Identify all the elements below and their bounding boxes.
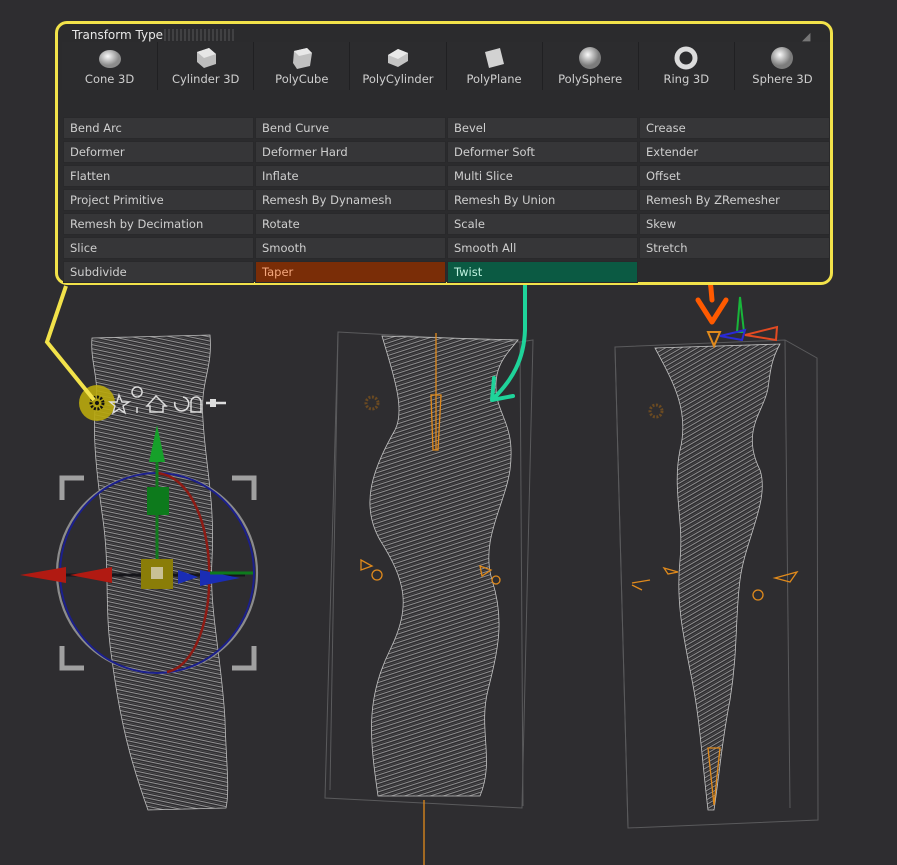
- deformer-button-remesh-by-union[interactable]: Remesh By Union: [447, 189, 638, 211]
- deformer-button-flatten[interactable]: Flatten: [63, 165, 254, 187]
- primitive-row: Cone 3D Cylinder 3D PolyCube PolyCylinder Po…: [62, 42, 830, 90]
- deformer-button-bevel[interactable]: Bevel: [447, 117, 638, 139]
- polyplane-icon: [482, 46, 506, 70]
- deformer-button-stretch[interactable]: Stretch: [639, 237, 830, 259]
- deformer-grid: Bend Arc Bend Curve Bevel Crease Deformer Def…: [63, 117, 831, 283]
- deformer-button-deformer-hard[interactable]: Deformer Hard: [255, 141, 446, 163]
- panel-title: Transform Type: [72, 28, 164, 42]
- middle-hair-mesh[interactable]: [369, 335, 519, 797]
- deformer-button-multi-slice[interactable]: Multi Slice: [447, 165, 638, 187]
- gear-icon[interactable]: [648, 403, 664, 419]
- empty-slot: [639, 261, 830, 283]
- primitive-button[interactable]: Cone 3D: [62, 42, 159, 90]
- primitive-label: Sphere 3D: [752, 72, 813, 86]
- deformer-button-skew[interactable]: Skew: [639, 213, 830, 235]
- sphere-3d-icon: [770, 46, 794, 70]
- deformer-button-rotate[interactable]: Rotate: [255, 213, 446, 235]
- primitive-label: Cone 3D: [84, 72, 135, 86]
- polycylinder-icon: [386, 46, 410, 70]
- deformer-button-offset[interactable]: Offset: [639, 165, 830, 187]
- cone-3d-icon: [98, 46, 122, 70]
- primitive-label: PolyCylinder: [362, 72, 434, 86]
- deformer-button-deformer-soft[interactable]: Deformer Soft: [447, 141, 638, 163]
- primitive-button[interactable]: PolySphere: [542, 42, 639, 90]
- deformer-button-deformer[interactable]: Deformer: [63, 141, 254, 163]
- deformer-button-smooth-all[interactable]: Smooth All: [447, 237, 638, 259]
- yellow-callout-line: [44, 285, 96, 402]
- deformer-button-extender[interactable]: Extender: [639, 141, 830, 163]
- polysphere-icon: [578, 46, 602, 70]
- cylinder-3d-icon: [194, 46, 218, 70]
- primitive-label: Ring 3D: [663, 72, 710, 86]
- primitive-button[interactable]: Ring 3D: [638, 42, 735, 90]
- deformer-button-remesh-by-zremesher[interactable]: Remesh By ZRemesher: [639, 189, 830, 211]
- deformer-button-remesh-by-dynamesh[interactable]: Remesh By Dynamesh: [255, 189, 446, 211]
- primitive-button[interactable]: Sphere 3D: [734, 42, 830, 90]
- primitive-label: PolySphere: [558, 72, 623, 86]
- deformer-button-bend-arc[interactable]: Bend Arc: [63, 117, 254, 139]
- primitive-button[interactable]: PolyCube: [254, 42, 351, 90]
- deformer-button-subdivide[interactable]: Subdivide: [63, 261, 254, 283]
- ring-3d-icon: [674, 46, 698, 70]
- panel-corner-icon[interactable]: ◢: [802, 30, 816, 43]
- primitive-button[interactable]: Cylinder 3D: [158, 42, 255, 90]
- primitive-button[interactable]: PolyPlane: [446, 42, 543, 90]
- deformer-button-bend-curve[interactable]: Bend Curve: [255, 117, 446, 139]
- polycube-icon: [290, 46, 314, 70]
- deformer-button-scale[interactable]: Scale: [447, 213, 638, 235]
- primitive-button[interactable]: PolyCylinder: [350, 42, 447, 90]
- right-axis-gizmo[interactable]: [706, 296, 779, 349]
- deformer-button-taper[interactable]: Taper: [255, 261, 446, 283]
- deformer-button-remesh-by-decimation[interactable]: Remesh by Decimation: [63, 213, 254, 235]
- primitive-label: PolyCube: [275, 72, 329, 86]
- deformer-button-slice[interactable]: Slice: [63, 237, 254, 259]
- deformer-button-inflate[interactable]: Inflate: [255, 165, 446, 187]
- deformer-button-crease[interactable]: Crease: [639, 117, 830, 139]
- gear-icon[interactable]: [364, 395, 380, 411]
- primitive-label: Cylinder 3D: [171, 72, 240, 86]
- deformer-button-project-primitive[interactable]: Project Primitive: [63, 189, 254, 211]
- deformer-button-twist[interactable]: Twist: [447, 261, 638, 283]
- primitive-label: PolyPlane: [466, 72, 522, 86]
- transform-type-panel: Transform Type ◢ Cone 3D Cylinder 3D PolyC…: [55, 21, 833, 285]
- deformer-button-smooth[interactable]: Smooth: [255, 237, 446, 259]
- drag-grip[interactable]: [164, 29, 234, 41]
- right-hair-mesh[interactable]: [654, 343, 781, 811]
